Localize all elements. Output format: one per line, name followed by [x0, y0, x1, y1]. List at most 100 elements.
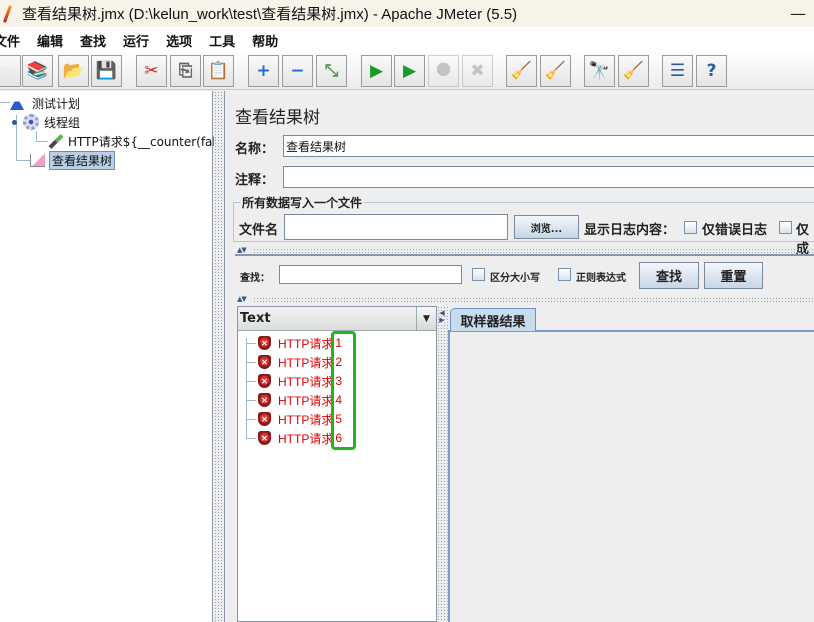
- result-item[interactable]: ✕ HTTP请求 6: [246, 429, 342, 447]
- paste-button[interactable]: 📋: [203, 55, 234, 87]
- menu-file[interactable]: 文件: [0, 31, 20, 50]
- results-splitter[interactable]: [437, 306, 448, 622]
- result-label: HTTP请求: [278, 393, 334, 408]
- cut-button[interactable]: ✂: [136, 55, 167, 87]
- regex-label: 正则表达式: [576, 273, 626, 284]
- new-icon: ▭: [0, 61, 14, 81]
- new-button[interactable]: ▭: [0, 55, 21, 87]
- menu-edit[interactable]: 编辑: [37, 31, 63, 50]
- tree-item-label: 测试计划: [32, 96, 81, 111]
- tree-item-view-results-tree[interactable]: 查看结果树: [30, 150, 116, 170]
- case-sensitive-checkbox[interactable]: [472, 268, 485, 281]
- result-item[interactable]: ✕ HTTP请求 2: [246, 353, 342, 371]
- start-no-pause-icon: ▶: [402, 61, 417, 81]
- save-button[interactable]: 💾: [91, 55, 122, 87]
- menu-bar: 文件 编辑 查找 运行 选项 工具 帮助: [0, 27, 814, 53]
- stop-icon: ⯃: [436, 61, 451, 81]
- comment-field[interactable]: [283, 166, 814, 188]
- chart-icon: [30, 153, 45, 167]
- jmeter-feather-icon: [2, 5, 14, 23]
- function-helper-button[interactable]: ☰: [662, 55, 693, 87]
- title-bar: 查看结果树.jmx (D:\kelun_work\test\查看结果树.jmx)…: [0, 0, 814, 27]
- error-shield-icon: ✕: [258, 412, 271, 426]
- tab-sampler-result[interactable]: 取样器结果: [450, 308, 536, 331]
- result-item[interactable]: ✕ HTTP请求 3: [246, 372, 342, 390]
- split-collapse-arrows[interactable]: ◀▶: [438, 309, 446, 323]
- templates-button[interactable]: 📚: [22, 55, 53, 87]
- menu-tools[interactable]: 工具: [209, 31, 235, 50]
- toggle-button[interactable]: ⤡: [316, 55, 347, 87]
- tree-connector: [246, 381, 256, 382]
- result-item[interactable]: ✕ HTTP请求 5: [246, 410, 342, 428]
- result-label: HTTP请求: [278, 355, 334, 370]
- split-collapse-arrows[interactable]: ▲▼: [237, 246, 247, 254]
- minimize-button[interactable]: —: [790, 4, 806, 23]
- renderer-select[interactable]: Text ▼: [238, 307, 436, 331]
- errors-only-checkbox[interactable]: [684, 221, 697, 234]
- expand-handle-icon[interactable]: [12, 119, 17, 125]
- split-collapse-arrows[interactable]: ▲▼: [237, 295, 247, 303]
- tree-item-label: HTTP请求${__counter(fals: [68, 134, 222, 149]
- success-only-checkbox[interactable]: [779, 221, 792, 234]
- toolbar: ▭ 📚 📂 💾 ✂ ⎘ 📋 + − ⤡ ▶ ▶ ⯃ ✖ 🧹 🧹 🔭 🧹 ☰?: [0, 53, 814, 90]
- vertical-splitter[interactable]: [253, 297, 814, 303]
- name-field[interactable]: 查看结果树: [283, 135, 814, 157]
- comment-label: 注释：: [235, 173, 275, 188]
- clear-all-icon: 🧹: [544, 61, 567, 81]
- gear-icon: [23, 114, 39, 130]
- window-title: 查看结果树.jmx (D:\kelun_work\test\查看结果树.jmx)…: [22, 6, 518, 23]
- cut-icon: ✂: [144, 61, 159, 81]
- help-button[interactable]: ?: [696, 55, 727, 87]
- tree-connector: [0, 102, 10, 103]
- write-to-file-title: 所有数据写入一个文件: [240, 194, 365, 211]
- error-shield-icon: ✕: [258, 374, 271, 388]
- tree-item-test-plan[interactable]: 测试计划: [10, 94, 82, 112]
- regex-checkbox[interactable]: [558, 268, 571, 281]
- search-label: 查找：: [240, 273, 270, 284]
- error-shield-icon: ✕: [258, 336, 271, 350]
- reset-search-button[interactable]: 🧹: [618, 55, 649, 87]
- start-button[interactable]: ▶: [361, 55, 392, 87]
- expand-icon: +: [256, 61, 271, 81]
- search-icon: 🔭: [588, 61, 611, 81]
- filename-field[interactable]: [284, 214, 508, 240]
- clear-button[interactable]: 🧹: [506, 55, 537, 87]
- clear-all-button[interactable]: 🧹: [540, 55, 571, 87]
- errors-only-label: 仅错误日志: [702, 223, 768, 238]
- result-label: HTTP请求: [278, 336, 334, 351]
- annotation-highlight-box: [331, 331, 356, 450]
- browse-button[interactable]: 浏览...: [514, 215, 579, 239]
- copy-button[interactable]: ⎘: [170, 55, 201, 87]
- clear-icon: 🧹: [510, 61, 533, 81]
- case-sensitive-label: 区分大小写: [490, 273, 540, 284]
- tree-connector: [36, 141, 48, 142]
- search-input[interactable]: [279, 265, 462, 284]
- tree-item-http-request[interactable]: HTTP请求${__counter(fals: [48, 132, 224, 150]
- open-icon: 📂: [62, 61, 85, 81]
- result-item[interactable]: ✕ HTTP请求 4: [246, 391, 342, 409]
- shutdown-button[interactable]: ✖: [462, 55, 493, 87]
- reset-button[interactable]: 重置: [704, 262, 763, 289]
- menu-run[interactable]: 运行: [123, 31, 149, 50]
- start-no-pause-button[interactable]: ▶: [394, 55, 425, 87]
- find-button[interactable]: 查找: [639, 262, 699, 289]
- collapse-button[interactable]: −: [282, 55, 313, 87]
- filename-label: 文件名: [239, 223, 279, 238]
- stop-button[interactable]: ⯃: [428, 55, 459, 87]
- tree-connector: [246, 362, 256, 363]
- expand-button[interactable]: +: [248, 55, 279, 87]
- tree-item-label: 查看结果树: [49, 150, 116, 170]
- chevron-down-icon[interactable]: ▼: [416, 307, 436, 330]
- log-display-label: 显示日志内容：: [584, 223, 676, 238]
- shutdown-icon: ✖: [470, 61, 485, 81]
- tree-item-thread-group[interactable]: 线程组: [12, 113, 82, 131]
- open-button[interactable]: 📂: [58, 55, 89, 87]
- menu-help[interactable]: 帮助: [252, 31, 278, 50]
- menu-options[interactable]: 选项: [166, 31, 192, 50]
- tree-connector: [246, 438, 256, 439]
- result-item[interactable]: ✕ HTTP请求 1: [246, 334, 342, 352]
- search-button[interactable]: 🔭: [584, 55, 615, 87]
- menu-search[interactable]: 查找: [80, 31, 106, 50]
- main-splitter[interactable]: [214, 91, 222, 622]
- tree-connector: [16, 160, 30, 161]
